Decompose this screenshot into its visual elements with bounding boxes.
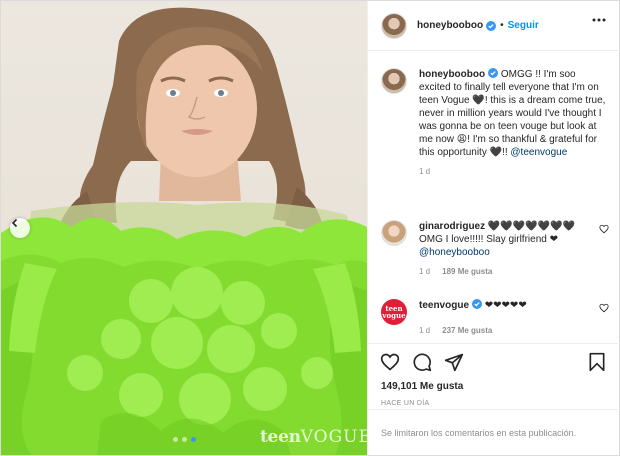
post-details-panel: honeybooboo • Seguir honeybooboo OMGG !!…	[367, 1, 620, 455]
caption-text: OMGG !! I'm soo excited to finally tell …	[419, 69, 606, 158]
post-photo[interactable]: teenVOGUE	[1, 1, 367, 455]
watermark-bold: teen	[260, 427, 301, 447]
post-header: honeybooboo • Seguir	[368, 1, 620, 51]
carousel-dot-active	[191, 437, 196, 442]
instagram-post: teenVOGUE honeybooboo • Seguir honeyboob…	[0, 0, 620, 456]
caption-meta: 1 d	[419, 165, 609, 178]
comments-list: honeybooboo OMGG !! I'm soo excited to f…	[368, 52, 620, 343]
bookmark-icon[interactable]	[588, 352, 606, 372]
heart-outline-icon[interactable]	[599, 224, 609, 234]
previous-photo-button[interactable]	[10, 218, 30, 238]
comment-bubble-icon[interactable]	[412, 352, 432, 372]
teenvogue-watermark: teenVOGUE	[260, 427, 367, 447]
carousel-dot	[173, 437, 178, 442]
caption-username[interactable]: honeybooboo	[419, 69, 485, 80]
post-date[interactable]: HACE UN DÍA	[381, 400, 429, 407]
comment-text: ❤❤❤❤❤	[484, 300, 527, 311]
avatar[interactable]: teen vogue	[381, 299, 407, 325]
like-heart-icon[interactable]	[380, 352, 400, 372]
verified-badge-icon	[472, 299, 483, 309]
comment-likes[interactable]: 237 Me gusta	[442, 324, 492, 337]
comment-likes[interactable]: 189 Me gusta	[442, 265, 492, 278]
comment-meta: 1 d 237 Me gusta	[419, 324, 595, 337]
comment-username[interactable]: ginarodriguez	[419, 221, 485, 232]
verified-badge-icon	[488, 68, 499, 78]
author-username[interactable]: honeybooboo	[417, 20, 483, 31]
verified-badge-icon	[486, 20, 497, 31]
comment-username[interactable]: teenvogue	[419, 300, 469, 311]
avatar[interactable]	[381, 68, 407, 94]
caption-body: honeybooboo OMGG !! I'm soo excited to f…	[419, 68, 609, 178]
header-separator: •	[500, 20, 504, 31]
comment-mention[interactable]: @honeybooboo	[419, 247, 490, 258]
action-icons	[380, 352, 464, 372]
more-horizontal-icon[interactable]	[592, 18, 606, 22]
comment-time[interactable]: 1 d	[419, 265, 430, 278]
caption-mention[interactable]: @teenvogue	[510, 147, 567, 158]
chevron-left-icon	[11, 218, 18, 228]
photo-illustration	[1, 7, 367, 455]
likes-count[interactable]: 149,101 Me gusta	[381, 381, 463, 392]
share-plane-icon[interactable]	[444, 352, 464, 372]
comment-body: ginarodriguez 🖤🖤🖤🖤🖤🖤🖤 OMG I love!!!!! Sl…	[419, 220, 595, 278]
avatar[interactable]	[381, 220, 407, 246]
follow-button[interactable]: Seguir	[508, 20, 539, 31]
carousel-dot	[182, 437, 187, 442]
caption-time[interactable]: 1 d	[419, 165, 430, 178]
comment-time[interactable]: 1 d	[419, 324, 430, 337]
watermark-thin: VOGUE	[300, 427, 367, 447]
heart-outline-icon[interactable]	[599, 303, 609, 313]
comment-body: teenvogue ❤❤❤❤❤ 1 d 237 Me gusta	[419, 299, 595, 337]
carousel-indicator	[173, 437, 196, 442]
avatar[interactable]	[381, 12, 407, 39]
comments-disabled-text: Se limitaron los comentarios en esta pub…	[381, 427, 577, 438]
comment-meta: 1 d 189 Me gusta	[419, 265, 595, 278]
comments-disabled-notice: Se limitaron los comentarios en esta pub…	[368, 409, 620, 455]
post-actions: 149,101 Me gusta HACE UN DÍA	[368, 343, 620, 407]
